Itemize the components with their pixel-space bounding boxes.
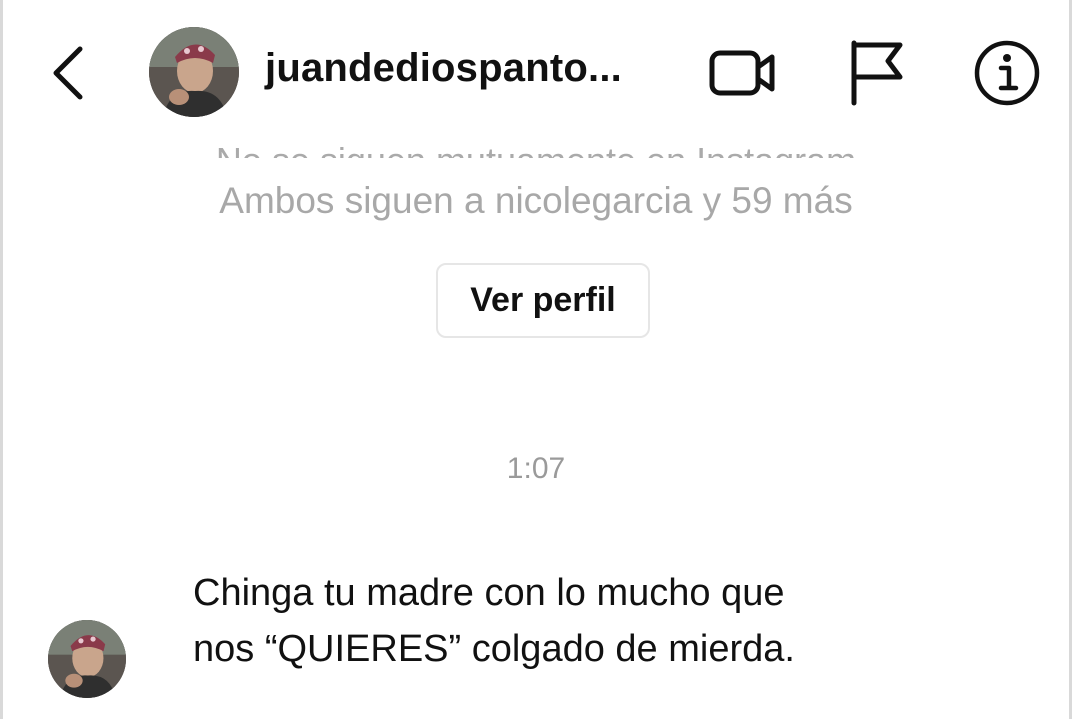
- message-line: nos “QUIERES” colgado de mierda.: [193, 628, 795, 670]
- dm-thread-screen: juandediospanto... No se siguen mutuamen…: [0, 0, 1072, 719]
- back-button[interactable]: [43, 38, 93, 108]
- profile-photo: [149, 27, 239, 117]
- chevron-left-icon: [53, 46, 83, 100]
- message-bubble[interactable]: Chinga tu madre con lo mucho que nos “QU…: [193, 565, 933, 677]
- username[interactable]: juandediospanto...: [265, 46, 622, 91]
- message-timestamp: 1:07: [506, 452, 566, 485]
- avatar[interactable]: [149, 27, 239, 117]
- sender-avatar[interactable]: [48, 620, 126, 698]
- flag-icon: [851, 40, 903, 106]
- video-call-button[interactable]: [703, 38, 783, 108]
- profile-photo: [48, 620, 126, 698]
- chat-header: juandediospanto...: [3, 0, 1069, 140]
- mutual-followers-text: Ambos siguen a nicolegarcia y 59 más: [219, 180, 853, 221]
- info-icon: [974, 40, 1040, 106]
- video-camera-icon: [709, 50, 775, 96]
- info-button[interactable]: [968, 36, 1046, 110]
- view-profile-button[interactable]: Ver perfil: [436, 263, 650, 338]
- report-button[interactable]: [841, 34, 911, 110]
- message-line: Chinga tu madre con lo mucho que: [193, 572, 785, 614]
